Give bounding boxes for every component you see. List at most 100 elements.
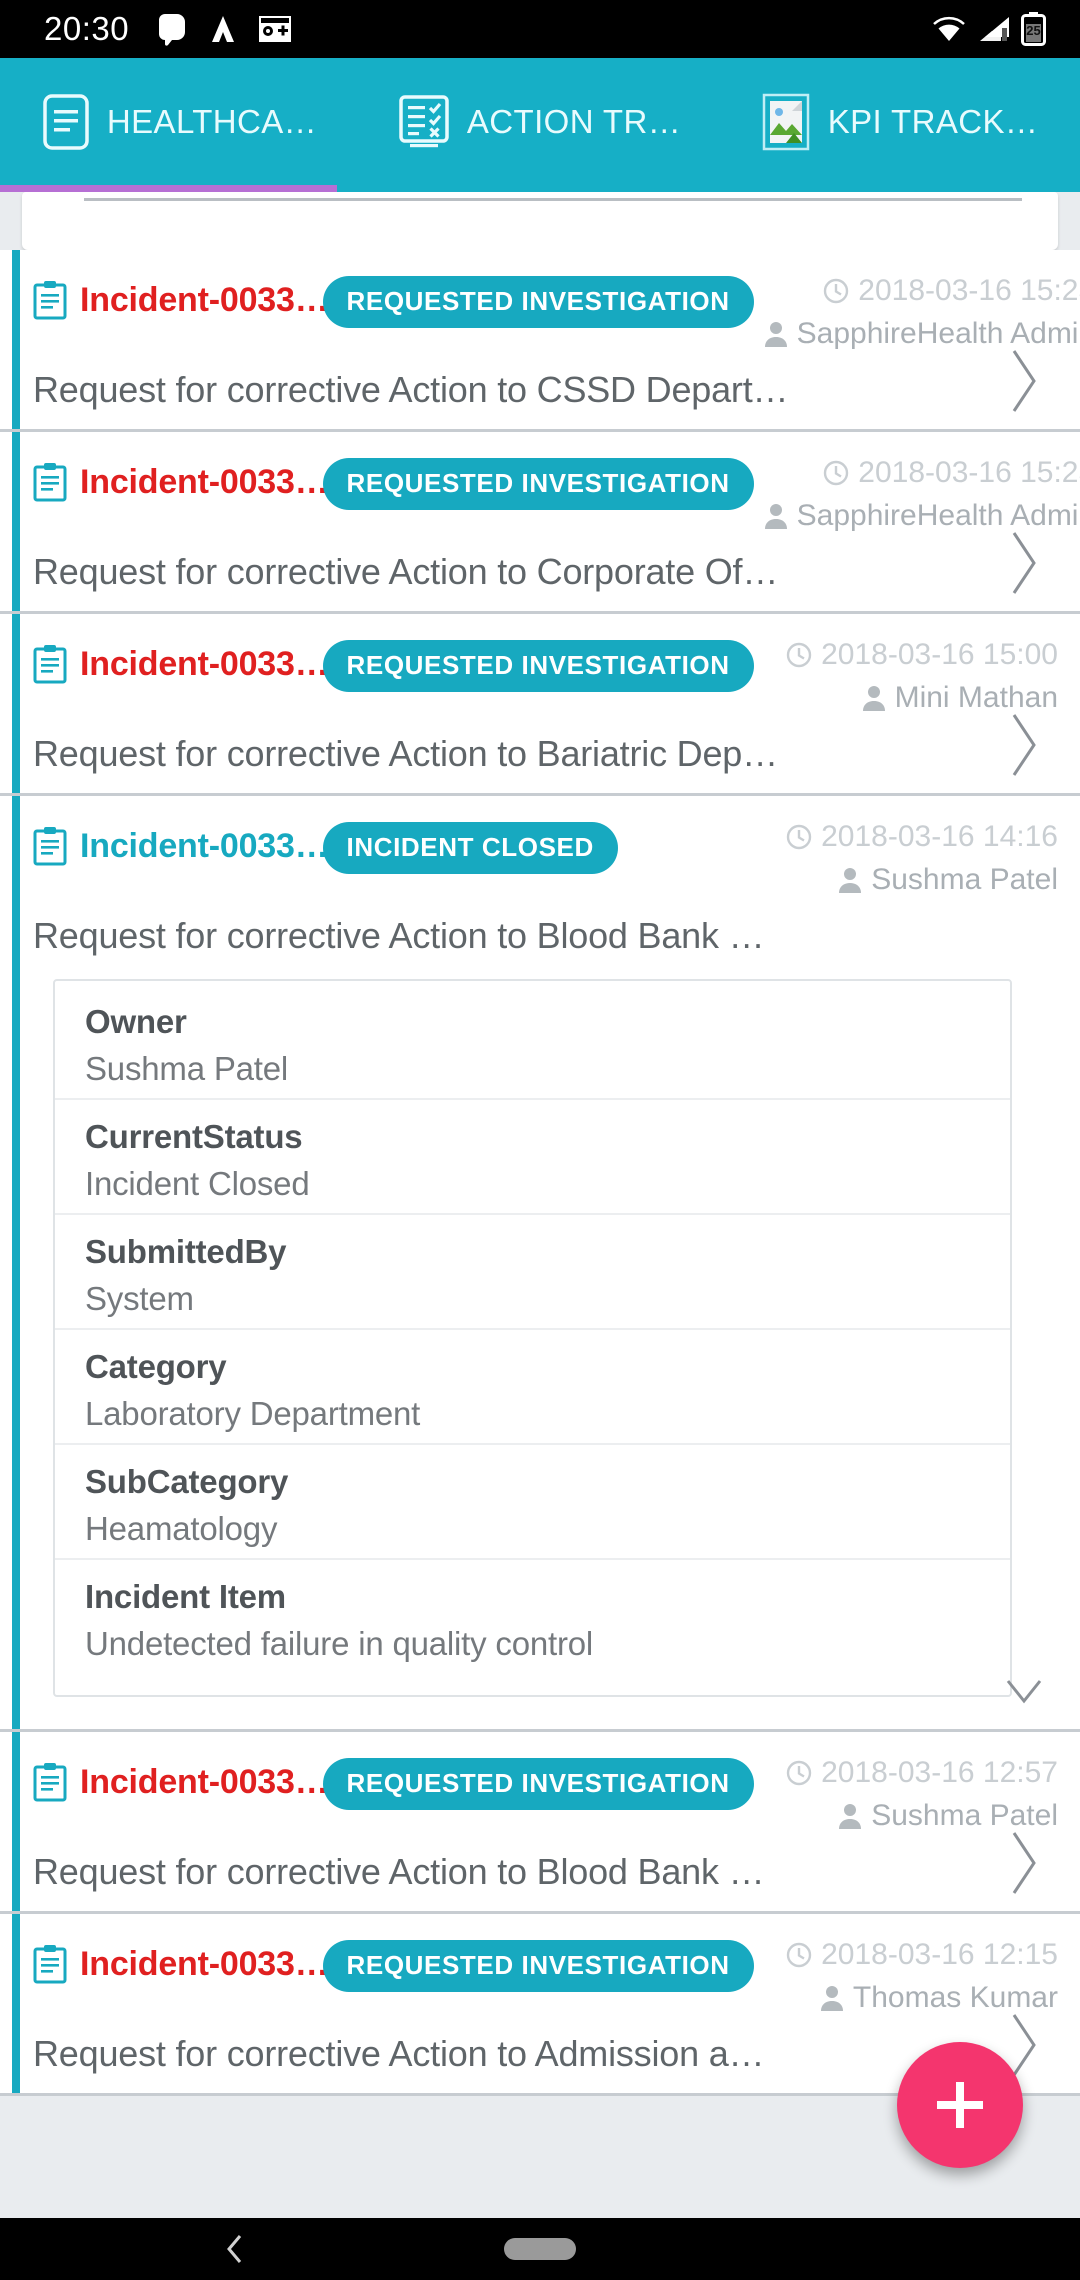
incident-title: Request for corrective Action to Corpora… (33, 551, 779, 592)
incident-id: Incident-0033… (80, 1944, 329, 1983)
clock-icon (786, 642, 812, 668)
svg-text:25: 25 (1026, 23, 1040, 38)
card-body: Incident-0033… REQUESTED INVESTIGATION 201… (0, 614, 1080, 793)
chevron-right-icon[interactable] (1002, 1827, 1046, 1899)
tab-action-tracker[interactable]: ACTION TR… (360, 58, 720, 186)
android-nav-bar (0, 2218, 1080, 2280)
incident-id-group: Incident-0033… (33, 1756, 329, 1802)
person-icon (862, 686, 885, 711)
card-header-row: Incident-0033… REQUESTED INVESTIGATION 201… (33, 274, 1080, 351)
card-meta: 2018-03-16 15:23 SapphireHealth Admin (754, 274, 1080, 351)
card-body: Incident-0033… REQUESTED INVESTIGATION 201… (0, 250, 1080, 429)
incident-id: Incident-0033… (80, 280, 329, 319)
timestamp-text: 2018-03-16 15:23 (858, 274, 1080, 307)
app-bar: HEALTHCA… ACTION TR… KPI TRACK… (0, 58, 1080, 192)
chevron-right-icon[interactable] (1002, 709, 1046, 781)
incident-card[interactable]: Incident-0033… REQUESTED INVESTIGATION 201… (0, 432, 1080, 614)
autodesk-icon (212, 16, 235, 42)
incident-list[interactable]: Incident-0033… REQUESTED INVESTIGATION 201… (0, 192, 1080, 2218)
add-incident-fab[interactable] (897, 2042, 1023, 2168)
back-chevron-icon[interactable] (222, 2232, 248, 2266)
detail-field-label: CurrentStatus (85, 1118, 303, 1155)
battery-icon: 25 (1021, 12, 1046, 46)
card-meta: 2018-03-16 14:16 Sushma Patel (776, 820, 1058, 897)
status-bar-system-icons: 25 (931, 12, 1046, 46)
wifi-icon (933, 16, 965, 41)
timestamp: 2018-03-16 15:00 (786, 638, 1058, 672)
tab-healthcare[interactable]: HEALTHCA… (0, 58, 360, 186)
incident-id: Incident-0033… (80, 644, 329, 683)
timestamp: 2018-03-16 14:16 (786, 820, 1058, 854)
card-meta: 2018-03-16 12:15 Thomas Kumar (776, 1938, 1058, 2015)
incident-id-group: Incident-0033… (33, 456, 329, 502)
detail-field: SubmittedBy System (55, 1215, 1010, 1330)
incident-card[interactable]: Incident-0033… INCIDENT CLOSED 2018-03-16 … (0, 796, 1080, 1732)
status-badge: REQUESTED INVESTIGATION (322, 458, 754, 510)
author-name: Sushma Patel (871, 863, 1058, 896)
chevron-right-icon[interactable] (1002, 345, 1046, 417)
chevron-right-icon[interactable] (1002, 527, 1046, 599)
detail-field-value: Incident Closed (85, 1165, 310, 1202)
detail-field-label: Owner (85, 1003, 187, 1040)
app-screen: 20:30 25 HEALTHCA… ACTION TR… KPI TRACK…… (0, 0, 1080, 2280)
detail-field: Category Laboratory Department (55, 1330, 1010, 1445)
card-body: Incident-0033… REQUESTED INVESTIGATION 201… (0, 1732, 1080, 1911)
clock-icon (786, 1760, 812, 1786)
partial-card-above[interactable] (22, 192, 1058, 250)
detail-field: Incident Item Undetected failure in quali… (55, 1560, 1010, 1673)
tab-bar: HEALTHCA… ACTION TR… KPI TRACK… (0, 58, 1080, 186)
incident-id-group: Incident-0033… (33, 274, 329, 320)
detail-field-label: SubCategory (85, 1463, 289, 1500)
incident-id-group: Incident-0033… (33, 1938, 329, 1984)
incident-card[interactable]: Incident-0033… REQUESTED INVESTIGATION 201… (0, 614, 1080, 796)
detail-field: SubCategory Heamatology (55, 1445, 1010, 1560)
card-body: Incident-0033… INCIDENT CLOSED 2018-03-16 … (0, 796, 1080, 1729)
person-icon (839, 868, 862, 893)
status-bar-notification-icons (157, 12, 292, 46)
card-header-row: Incident-0033… REQUESTED INVESTIGATION 201… (33, 638, 1058, 715)
clock-icon (786, 1942, 812, 1968)
home-pill-icon[interactable] (504, 2238, 576, 2260)
timestamp: 2018-03-16 12:15 (786, 1938, 1058, 1972)
detail-field-value: Sushma Patel (85, 1050, 289, 1087)
timestamp-text: 2018-03-16 15:00 (821, 638, 1058, 671)
status-badge: REQUESTED INVESTIGATION (322, 640, 754, 692)
document-icon (33, 645, 67, 684)
document-icon (33, 827, 67, 866)
incident-detail-panel: Owner Sushma Patel CurrentStatus Incident C… (53, 979, 1012, 1697)
person-icon (764, 504, 787, 529)
detail-field-label: Incident Item (85, 1578, 286, 1615)
incident-title: Request for corrective Action to Blood B… (33, 1851, 765, 1892)
document-icon (33, 463, 67, 502)
incident-id: Incident-0033… (80, 826, 329, 865)
status-bar-clock: 20:30 (44, 10, 130, 47)
card-header-row: Incident-0033… REQUESTED INVESTIGATION 201… (33, 1938, 1058, 2015)
detail-field-value: System (85, 1280, 194, 1317)
tab-kpi-tracker[interactable]: KPI TRACK… (720, 58, 1080, 186)
person-icon (839, 1804, 862, 1829)
timestamp-text: 2018-03-16 14:16 (821, 820, 1058, 853)
author: Sushma Patel (786, 863, 1058, 897)
tab-action-tracker-label: ACTION TR… (466, 103, 682, 140)
detail-field-value: Undetected failure in quality control (85, 1625, 594, 1662)
status-bar: 20:30 25 (0, 0, 1080, 58)
image-chart-icon (762, 93, 809, 151)
chevron-down-icon[interactable] (1002, 1659, 1046, 1731)
tab-healthcare-label: HEALTHCA… (106, 103, 318, 140)
evernote-icon (159, 14, 186, 46)
detail-field: CurrentStatus Incident Closed (55, 1100, 1010, 1215)
timestamp-text: 2018-03-16 12:15 (821, 1938, 1058, 1971)
incident-card[interactable]: Incident-0033… REQUESTED INVESTIGATION 201… (0, 1732, 1080, 1914)
incident-title: Request for corrective Action to Blood B… (33, 915, 765, 956)
card-meta: 2018-03-16 12:57 Sushma Patel (776, 1756, 1058, 1833)
incident-card[interactable]: Incident-0033… REQUESTED INVESTIGATION 201… (0, 250, 1080, 432)
incident-title: Request for corrective Action to Admissi… (33, 2033, 765, 2074)
checklist-icon (399, 95, 449, 148)
person-icon (820, 1986, 843, 2011)
incident-title: Request for corrective Action to Bariatr… (33, 733, 778, 774)
clock-icon (824, 460, 849, 486)
signal-icon (980, 17, 1009, 41)
timestamp: 2018-03-16 15:23 (764, 274, 1080, 308)
card-meta: 2018-03-16 15:23 SapphireHealth Admin (754, 456, 1080, 533)
clock-icon (824, 278, 849, 304)
